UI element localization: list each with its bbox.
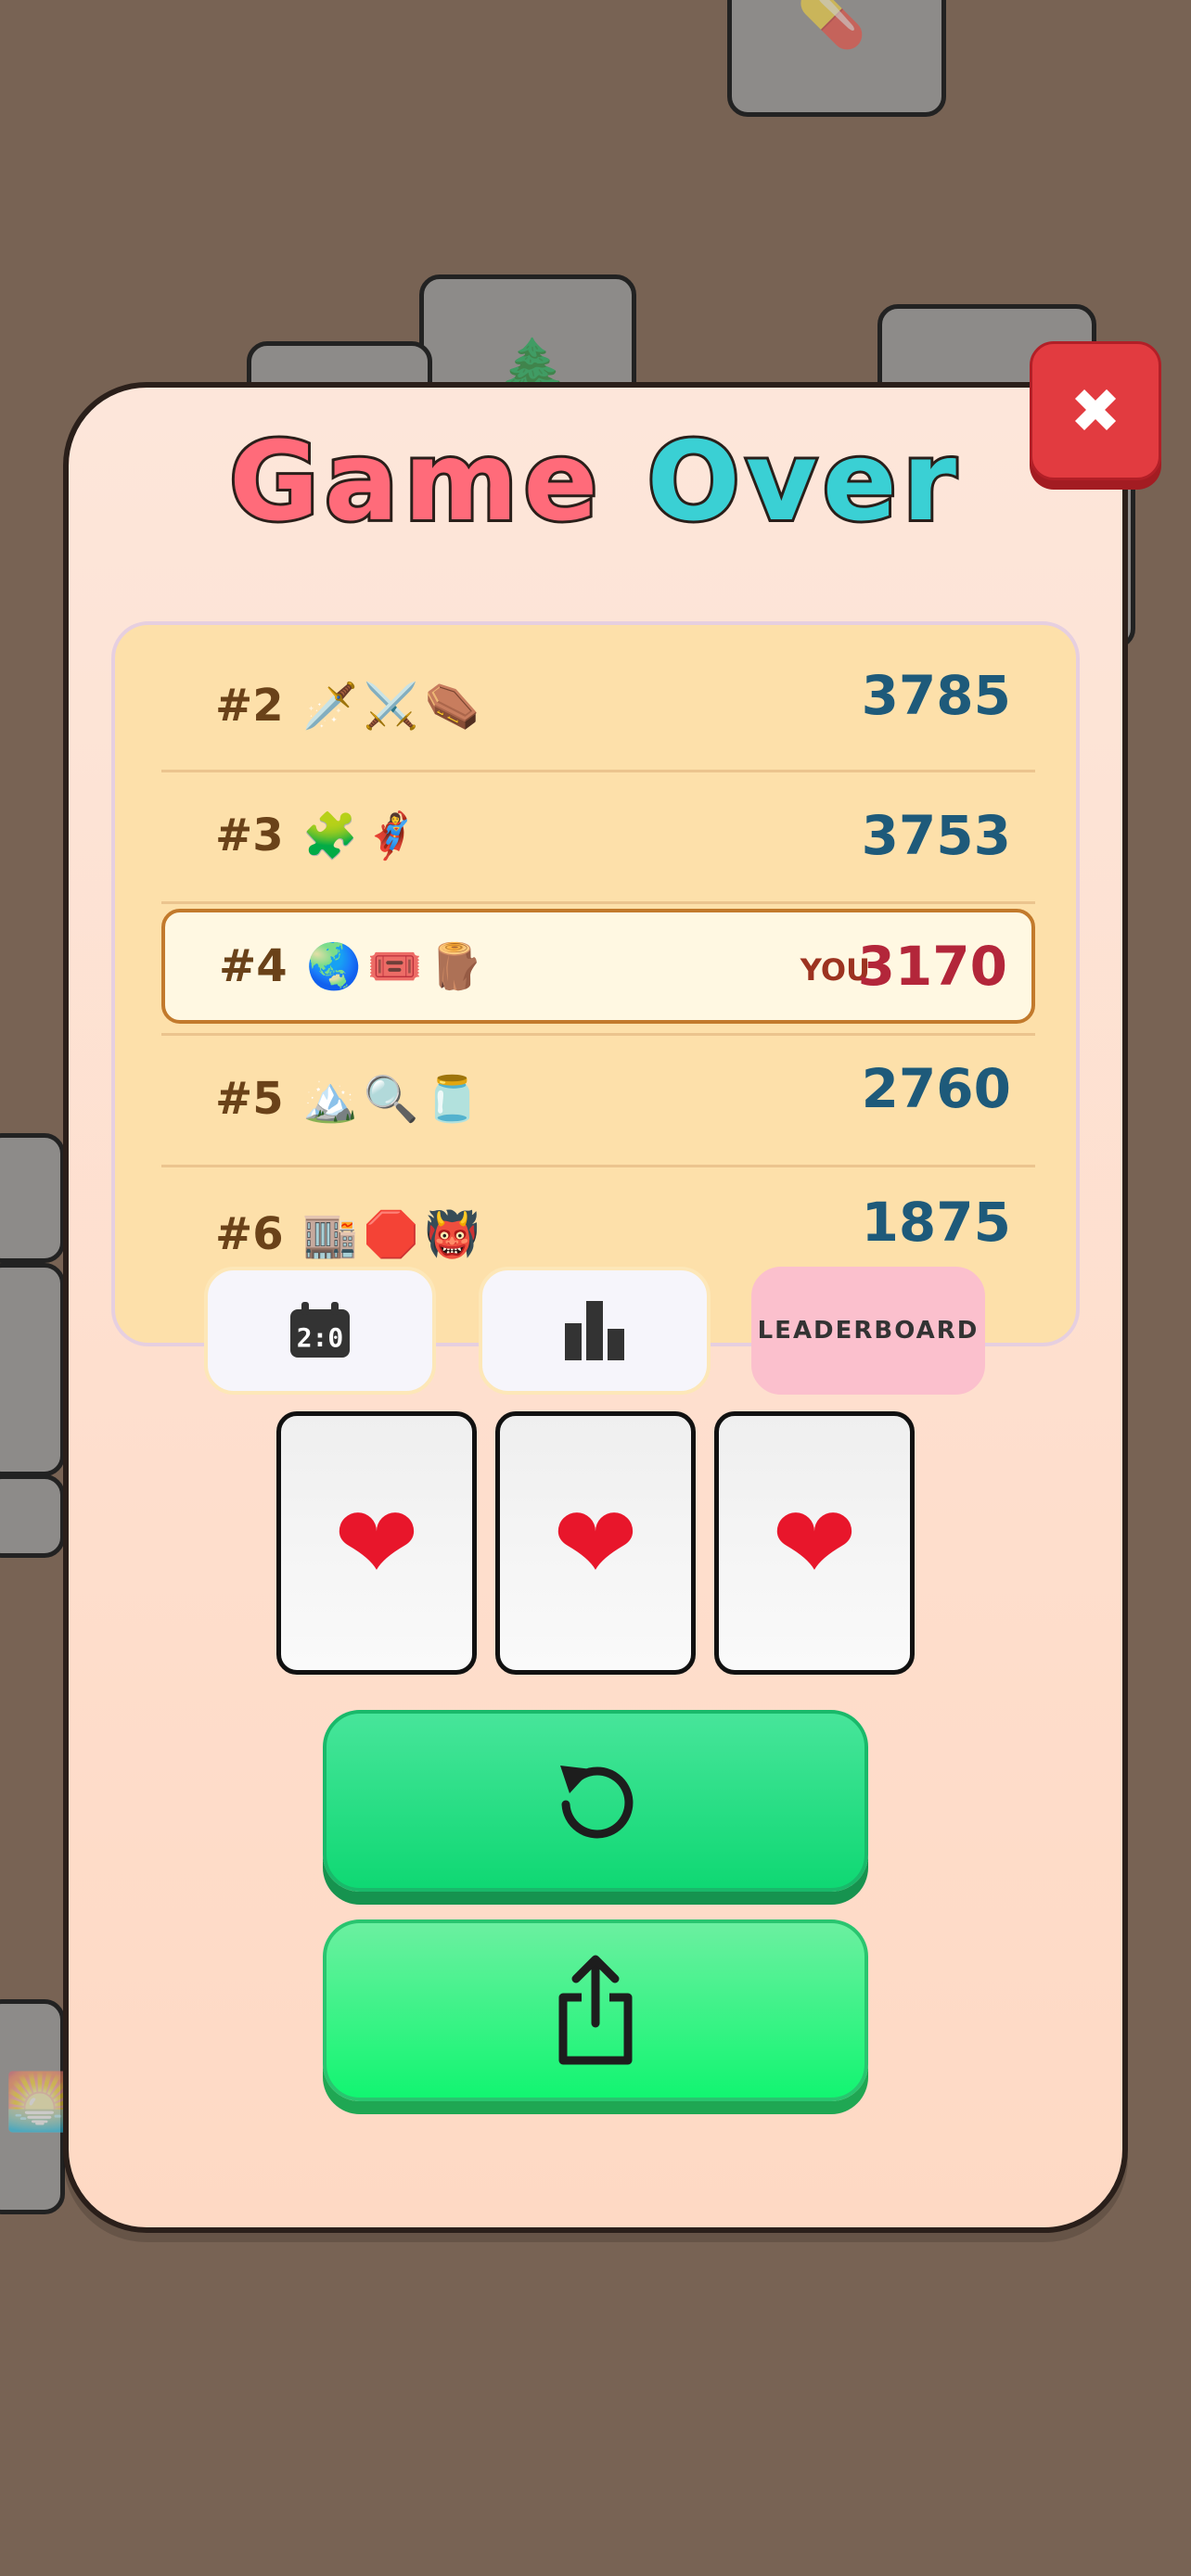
leaderboard-row: #2 🗡️⚔️⚰️ 3785 (161, 644, 1035, 768)
title-word-over: Over (645, 414, 963, 548)
bar-chart-icon (565, 1301, 624, 1360)
background-tile (0, 1263, 65, 1476)
heart-icon: ❤ (771, 1484, 858, 1602)
share-button[interactable] (323, 1919, 868, 2101)
calendar-icon: 2:0 (290, 1302, 350, 1358)
daily-tab-button[interactable]: 2:0 (204, 1267, 436, 1395)
row-divider (161, 901, 1035, 904)
life-card: ❤ (495, 1411, 696, 1675)
restart-button[interactable] (323, 1710, 868, 1892)
player-emojis: 🌏🎟️🪵 (306, 940, 490, 993)
rank-label: #4 (219, 940, 288, 992)
leaderboard-row-current-player: #4 🌏🎟️🪵 YOU 3170 (161, 909, 1035, 1024)
life-card: ❤ (276, 1411, 477, 1675)
background-tile: 🌅 (0, 1999, 74, 2214)
stats-tab-button[interactable] (479, 1267, 711, 1395)
leaderboard-panel: #2 🗡️⚔️⚰️ 3785 #3 🧩🦸‍♀️ 3753 #4 🌏🎟️🪵 YOU… (111, 621, 1080, 1346)
player-emojis: 🏔️🔍🫙 (302, 1073, 486, 1126)
heart-icon: ❤ (333, 1484, 420, 1602)
background-tile (0, 1133, 65, 1263)
leaderboard-tab-button[interactable]: LEADERBOARD (751, 1267, 985, 1395)
rank-label: #3 (215, 810, 284, 861)
restart-icon (560, 1766, 634, 1839)
row-divider (161, 770, 1035, 772)
score-value: 1875 (861, 1190, 1011, 1254)
svg-text:2:0: 2:0 (297, 1322, 344, 1353)
score-value: 3753 (861, 804, 1011, 867)
title-word-game: Game (226, 414, 604, 548)
rank-label: #2 (215, 680, 284, 732)
background-tile (0, 1474, 65, 1558)
leaderboard-tab-label: LEADERBOARD (757, 1317, 980, 1345)
game-over-title: Game Over (0, 414, 1191, 548)
background-tile: 💊 (727, 0, 946, 117)
life-card: ❤ (714, 1411, 915, 1675)
player-emojis: 🏬🛑👹 (302, 1208, 486, 1261)
rank-label: #6 (215, 1208, 284, 1260)
row-divider (161, 1033, 1035, 1036)
heart-icon: ❤ (552, 1484, 639, 1602)
rank-label: #5 (215, 1073, 284, 1125)
leaderboard-row: #5 🏔️🔍🫙 2760 (161, 1037, 1035, 1161)
player-emojis: 🗡️⚔️⚰️ (302, 680, 486, 733)
row-divider (161, 1165, 1035, 1167)
share-icon (558, 1955, 633, 2065)
score-value: 3170 (857, 935, 1007, 998)
player-emojis: 🧩🦸‍♀️ (302, 810, 425, 862)
score-value: 3785 (861, 664, 1011, 728)
leaderboard-row: #3 🧩🦸‍♀️ 3753 (161, 773, 1035, 898)
score-value: 2760 (861, 1057, 1011, 1121)
